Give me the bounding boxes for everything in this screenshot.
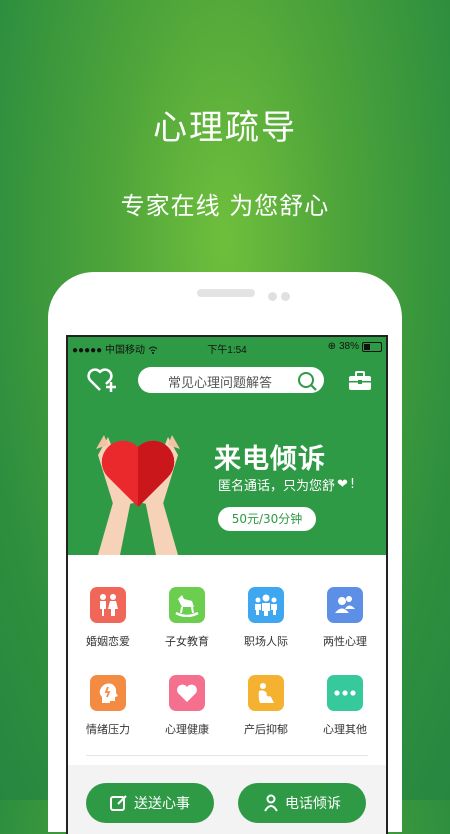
category-label: 产后抑郁 bbox=[244, 723, 288, 736]
more-icon bbox=[327, 675, 363, 711]
search-placeholder: 常见心理问题解答 bbox=[168, 376, 273, 391]
phone-talk-button[interactable]: 电话倾诉 bbox=[238, 783, 366, 823]
category-marriage[interactable]: 婚姻恋爱 bbox=[68, 587, 148, 649]
edit-icon bbox=[110, 795, 127, 811]
hands-heart-illustration bbox=[96, 435, 180, 555]
phone-sensor bbox=[268, 292, 277, 301]
category-grid: 婚姻恋爱 子女教育 职场人际 两性心理 情绪压力 心理健康 产后抑郁 心理其他 bbox=[68, 555, 386, 765]
heart-plus-icon[interactable] bbox=[86, 365, 118, 397]
status-bar: ●●●●● 中国移动 下午1:54 ⊕ 38% bbox=[68, 337, 386, 357]
heart-icon bbox=[169, 675, 205, 711]
group-icon bbox=[248, 587, 284, 623]
category-postpartum[interactable]: 产后抑郁 bbox=[226, 675, 306, 737]
two-people-icon bbox=[327, 587, 363, 623]
head-stress-icon bbox=[90, 675, 126, 711]
category-label: 心理健康 bbox=[165, 723, 209, 736]
phone-speaker bbox=[197, 289, 255, 297]
phone-screen: ●●●●● 中国移动 下午1:54 ⊕ 38% 常见心理问题解答 来电倾诉 匿名… bbox=[66, 335, 388, 834]
mother-icon bbox=[248, 675, 284, 711]
search-icon bbox=[298, 372, 317, 391]
category-label: 情绪压力 bbox=[86, 723, 130, 736]
couple-icon bbox=[90, 587, 126, 623]
banner-subtitle: 匿名通话，只为您舒 ❤! bbox=[218, 477, 356, 494]
lock-rotation-icon: ⊕ bbox=[327, 341, 336, 352]
category-workplace[interactable]: 职场人际 bbox=[226, 587, 306, 649]
price-badge[interactable]: 50元/30分钟 bbox=[218, 507, 316, 531]
category-label: 心理其他 bbox=[323, 723, 367, 736]
briefcase-icon[interactable] bbox=[348, 371, 372, 395]
rocking-horse-icon bbox=[169, 587, 205, 623]
category-other[interactable]: 心理其他 bbox=[305, 675, 385, 737]
banner-title: 来电倾诉 bbox=[214, 444, 326, 475]
category-label: 婚姻恋爱 bbox=[86, 635, 130, 648]
category-label: 子女教育 bbox=[165, 635, 209, 648]
category-label: 职场人际 bbox=[244, 635, 288, 648]
app-bar: 常见心理问题解答 bbox=[68, 357, 386, 407]
search-input[interactable]: 常见心理问题解答 bbox=[138, 367, 324, 393]
phone-talk-label: 电话倾诉 bbox=[285, 796, 341, 812]
category-mental-health[interactable]: 心理健康 bbox=[147, 675, 227, 737]
send-worry-label: 送送心事 bbox=[134, 796, 190, 812]
battery-icon bbox=[362, 341, 382, 352]
send-worry-button[interactable]: 送送心事 bbox=[86, 783, 214, 823]
category-emotion-stress[interactable]: 情绪压力 bbox=[68, 675, 148, 737]
person-icon bbox=[264, 794, 278, 812]
phone-camera bbox=[281, 292, 290, 301]
status-right: ⊕ 38% bbox=[328, 341, 382, 352]
battery-percent: 38% bbox=[338, 341, 359, 352]
category-education[interactable]: 子女教育 bbox=[147, 587, 227, 649]
phone-frame: ●●●●● 中国移动 下午1:54 ⊕ 38% 常见心理问题解答 来电倾诉 匿名… bbox=[48, 272, 402, 834]
hero-title: 心理疏导 bbox=[153, 108, 297, 148]
category-gender-psychology[interactable]: 两性心理 bbox=[305, 587, 385, 649]
category-label: 两性心理 bbox=[323, 635, 367, 648]
heart-icon: ❤ bbox=[337, 477, 348, 492]
hero-subtitle: 专家在线 为您舒心 bbox=[120, 192, 330, 220]
call-banner[interactable]: 来电倾诉 匿名通话，只为您舒 ❤! 50元/30分钟 bbox=[68, 407, 386, 555]
divider bbox=[86, 755, 368, 756]
